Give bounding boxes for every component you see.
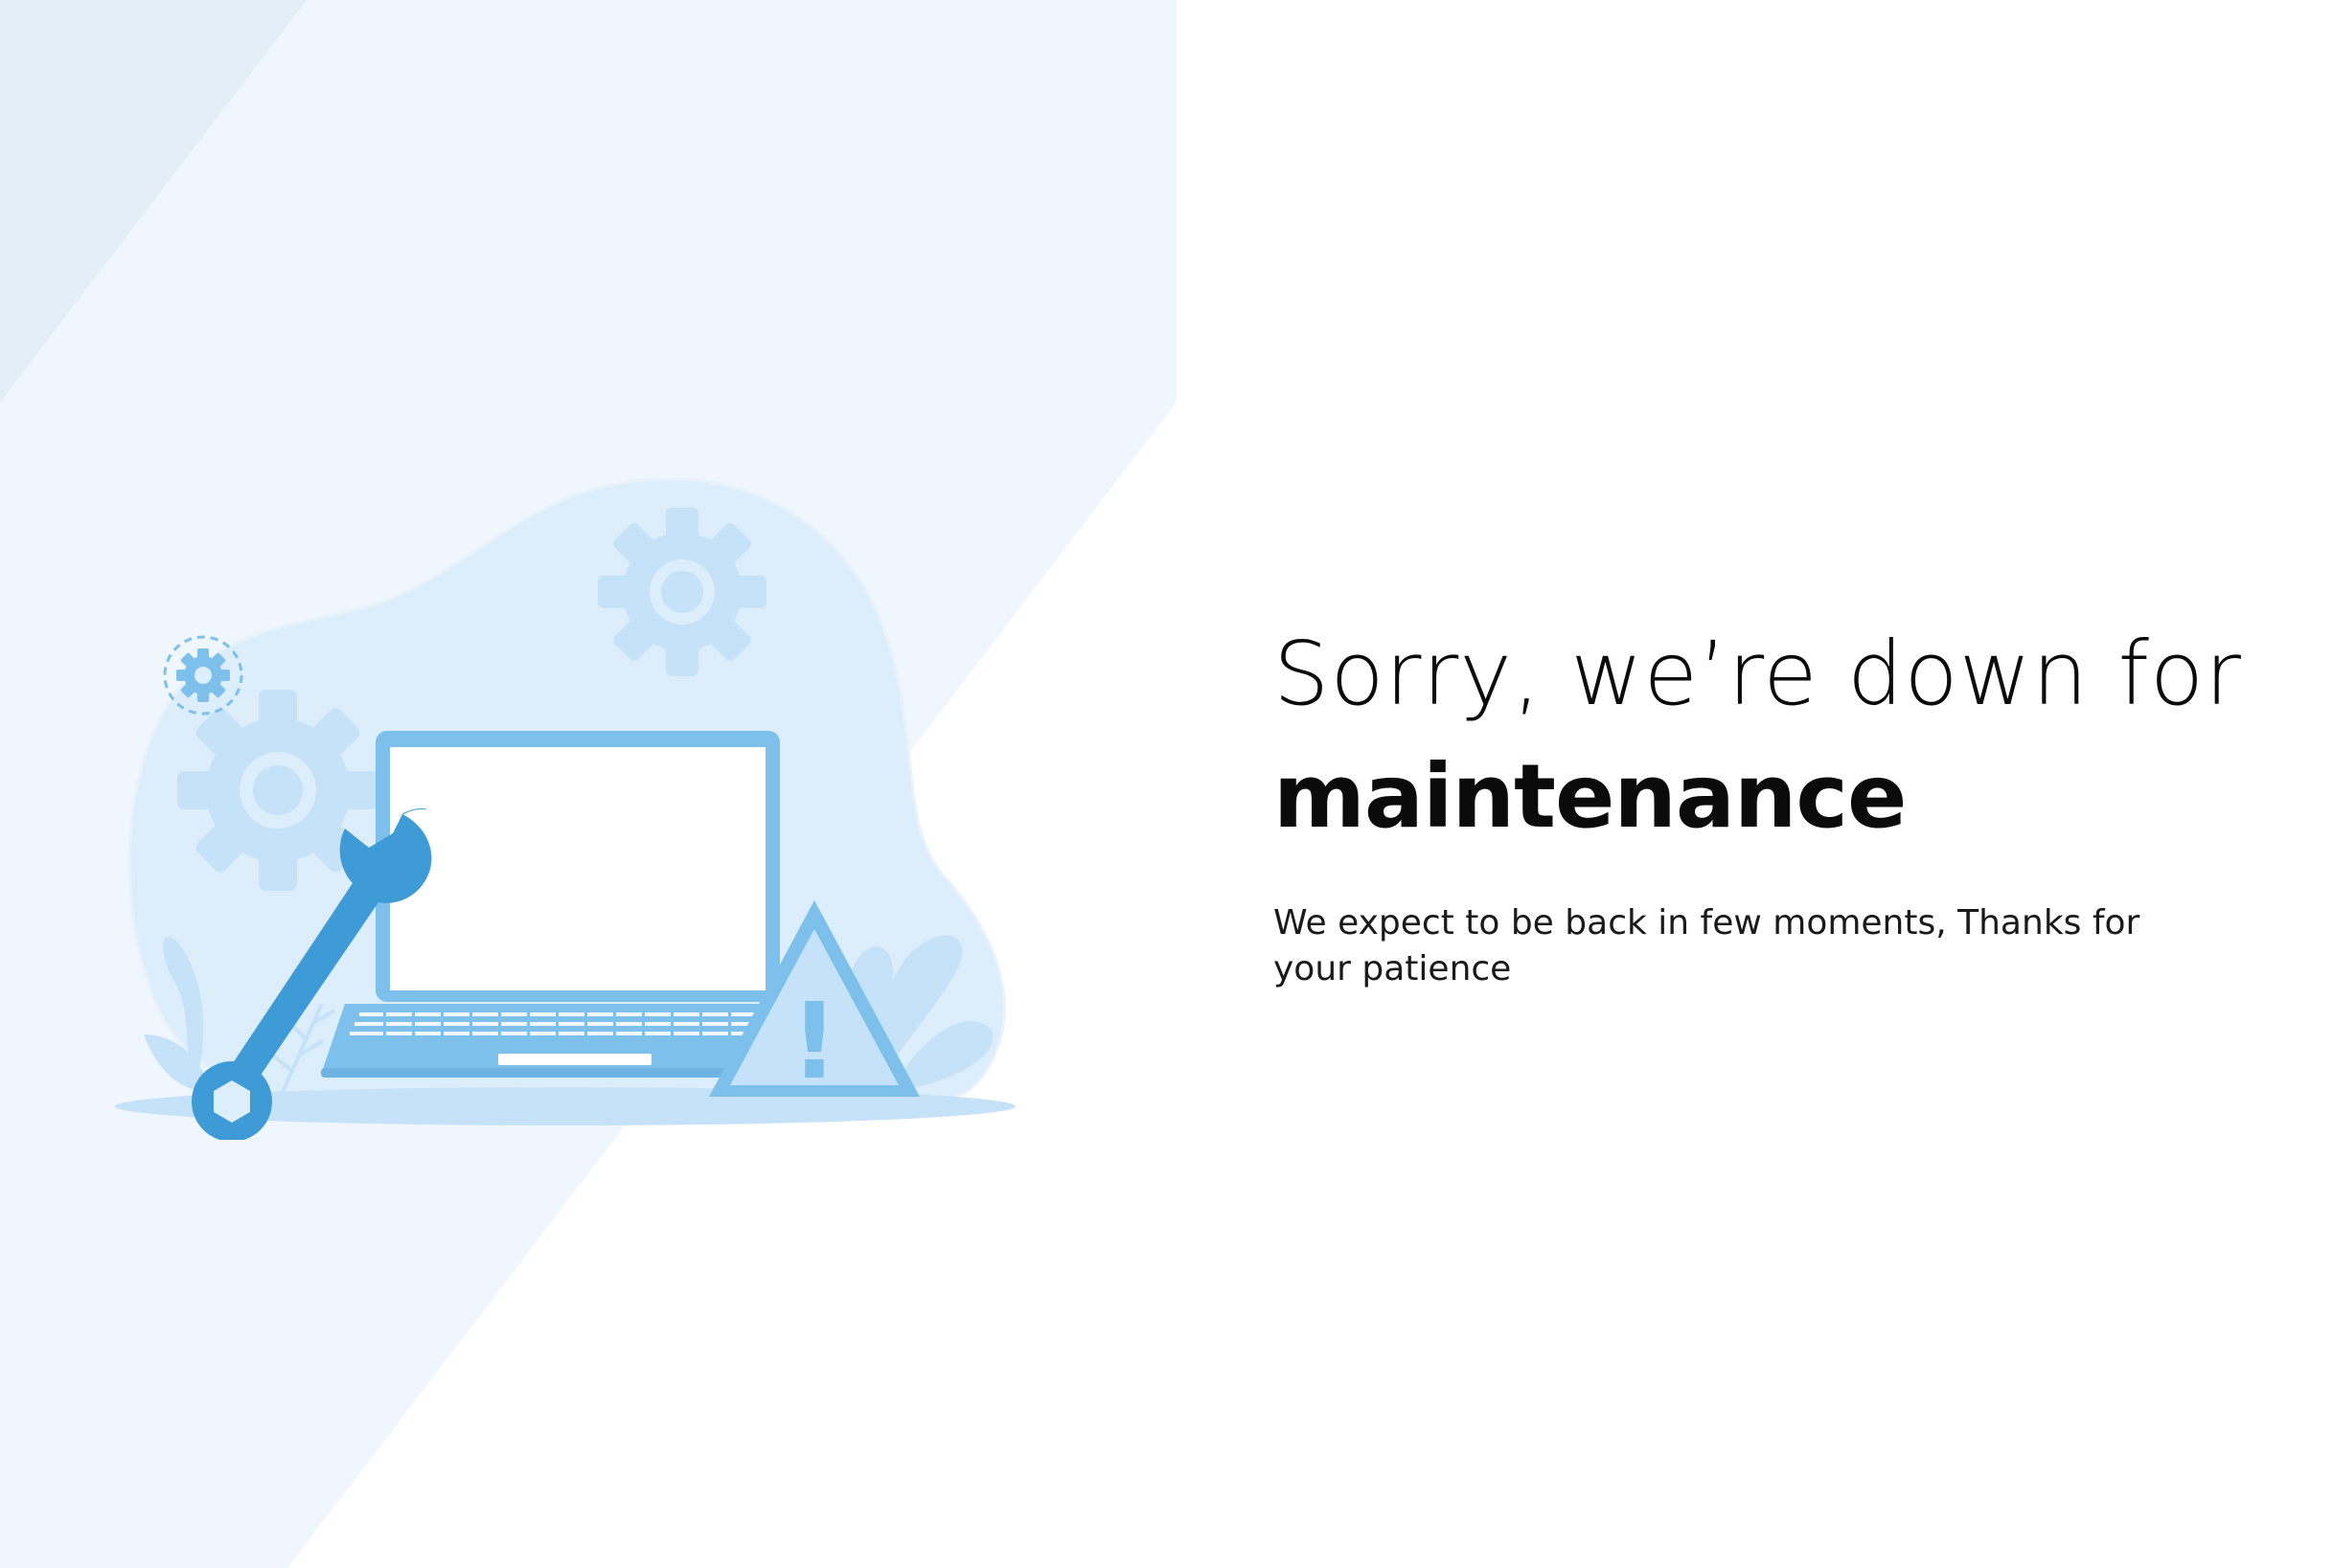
maintenance-message: Sorry, we’re down for maintenance We exp… bbox=[1273, 613, 2279, 992]
status-message: We expect to be back in few moments, Tha… bbox=[1273, 903, 2140, 989]
laptop-touchpad bbox=[498, 1054, 652, 1065]
gear-icon bbox=[598, 508, 766, 676]
headline-bold: maintenance bbox=[1273, 745, 1907, 848]
laptop-screen bbox=[390, 747, 766, 990]
page-title: Sorry, we’re down for maintenance bbox=[1273, 613, 2279, 858]
headline-light: Sorry, we’re down for bbox=[1273, 623, 2242, 725]
warning-symbol: ! bbox=[790, 980, 838, 1102]
laptop-keyboard bbox=[350, 1011, 805, 1037]
maintenance-illustration: ! bbox=[115, 477, 1016, 1140]
